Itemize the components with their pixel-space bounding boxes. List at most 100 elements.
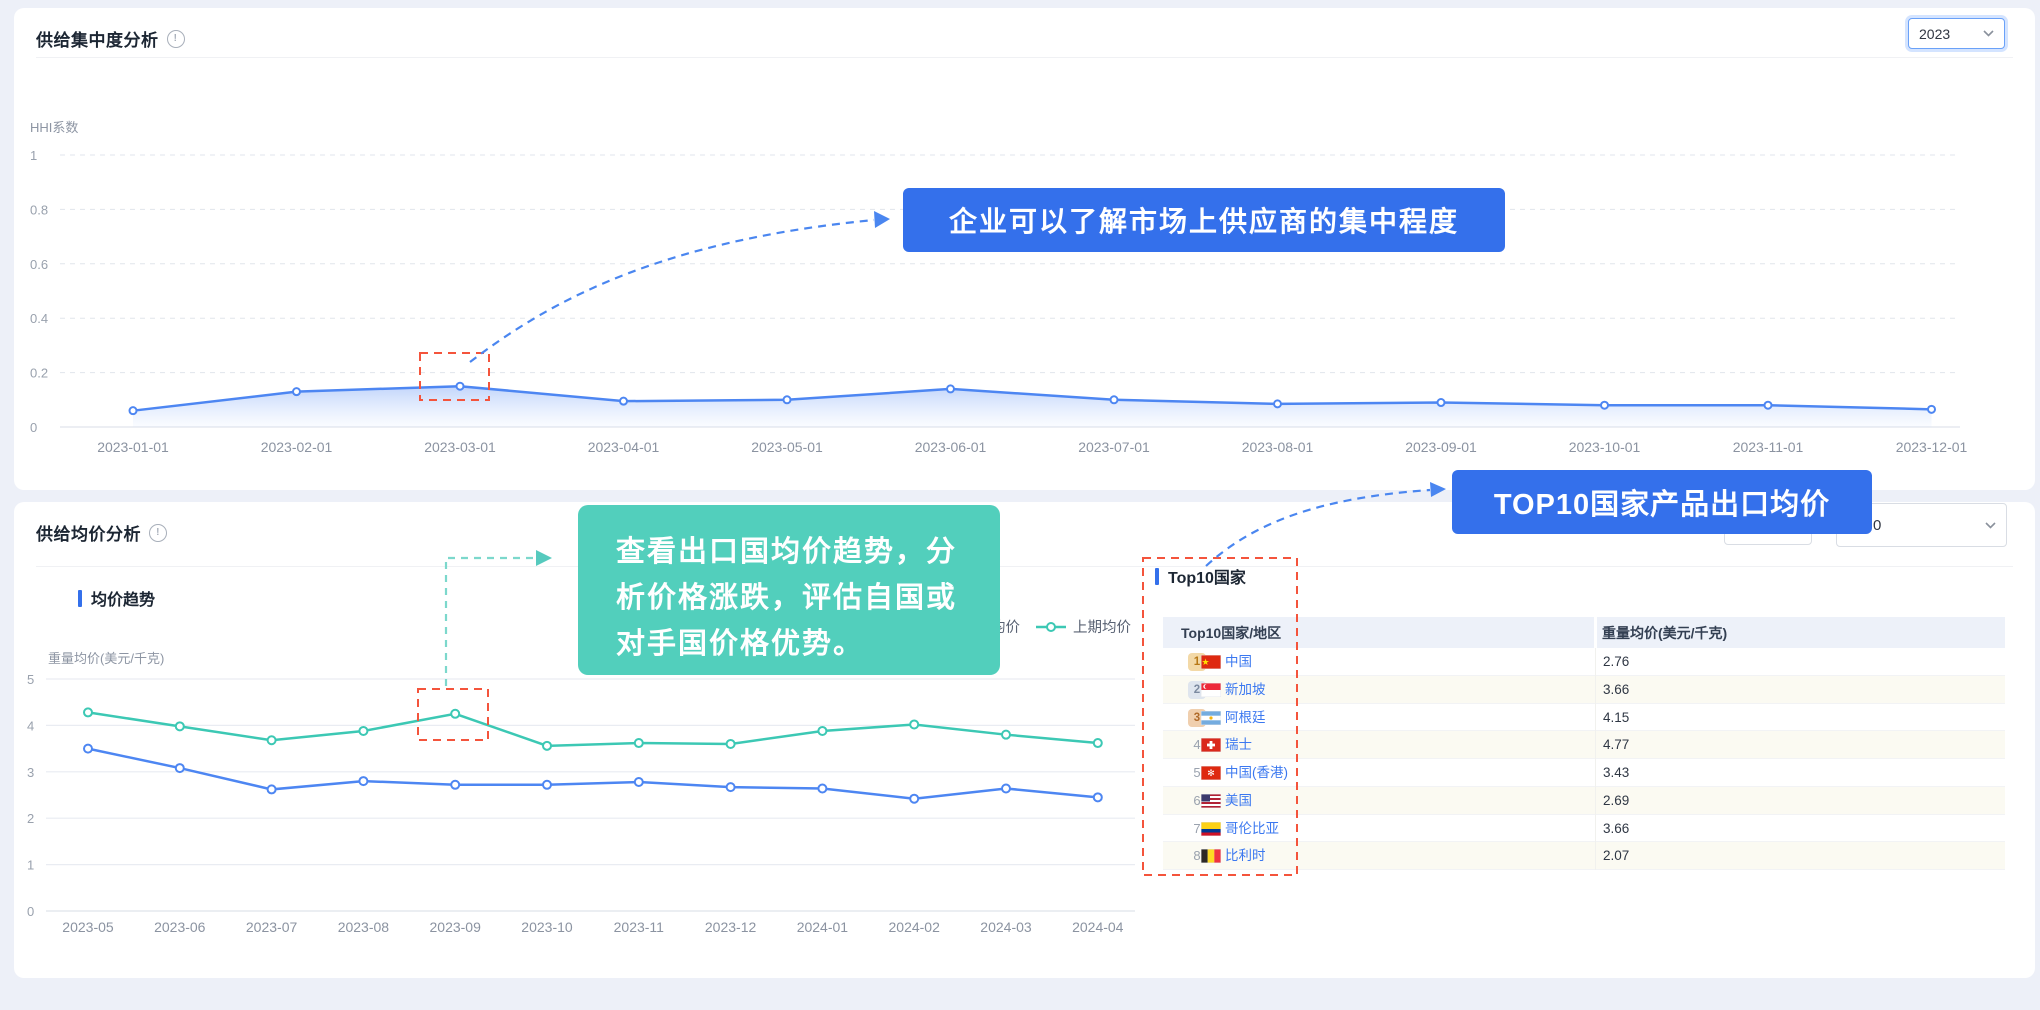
svg-text:2023-12: 2023-12: [705, 919, 757, 935]
country-link[interactable]: 瑞士: [1225, 731, 1252, 758]
country-link[interactable]: 新加坡: [1225, 676, 1266, 703]
data-point: [1765, 402, 1772, 409]
topn-select-value: 0: [1873, 517, 1881, 534]
data-point: [268, 785, 276, 793]
svg-text:0.8: 0.8: [30, 202, 48, 217]
svg-text:2023-12-01: 2023-12-01: [1896, 439, 1968, 455]
data-point: [543, 742, 551, 750]
table-row: 5✻中国(香港)3.43: [1163, 759, 2005, 787]
table-row: 8比利时2.07: [1163, 842, 2005, 870]
data-point: [176, 722, 184, 730]
price-value: 2.07: [1603, 842, 1629, 869]
callout-price-trend: 查看出口国均价趋势，分 析价格涨跌，评估自国或 对手国价格优势。: [578, 505, 1000, 675]
svg-text:4: 4: [27, 718, 34, 733]
data-point: [818, 785, 826, 793]
hhi-area: [133, 386, 1932, 427]
co-flag-icon: [1201, 822, 1221, 836]
svg-text:2023-07-01: 2023-07-01: [1078, 439, 1150, 455]
data-point: [635, 778, 643, 786]
data-point: [910, 795, 918, 803]
data-point: [130, 407, 137, 414]
svg-text:2023-02-01: 2023-02-01: [261, 439, 333, 455]
price-value: 3.66: [1603, 815, 1629, 842]
country-link[interactable]: 比利时: [1225, 842, 1266, 869]
svg-text:3: 3: [27, 765, 34, 780]
svg-text:2023-11-01: 2023-11-01: [1733, 439, 1804, 455]
cn-flag-icon: ★: [1201, 655, 1221, 669]
svg-text:2023-05-01: 2023-05-01: [751, 439, 823, 455]
country-flag: [1201, 849, 1221, 863]
price-value: 2.69: [1603, 787, 1629, 814]
chevron-down-icon: [1985, 522, 1996, 529]
top10-subtitle: Top10国家: [1155, 564, 1246, 588]
table-row: 3阿根廷4.15: [1163, 704, 2005, 732]
svg-text:0.2: 0.2: [30, 366, 48, 381]
table-row: 7哥伦比亚3.66: [1163, 815, 2005, 843]
country-link[interactable]: 阿根廷: [1225, 704, 1266, 731]
accent-bar: [1155, 568, 1159, 585]
data-point: [635, 739, 643, 747]
svg-text:2023-07: 2023-07: [246, 919, 298, 935]
svg-text:2023-09: 2023-09: [430, 919, 482, 935]
data-point: [176, 764, 184, 772]
data-point: [359, 777, 367, 785]
table-row: 4瑞士4.77: [1163, 731, 2005, 759]
svg-text:2023-08: 2023-08: [338, 919, 390, 935]
price-value: 2.76: [1603, 648, 1629, 675]
data-point: [84, 745, 92, 753]
svg-text:2023-08-01: 2023-08-01: [1242, 439, 1314, 455]
svg-text:0.6: 0.6: [30, 257, 48, 272]
svg-text:2023-06: 2023-06: [154, 919, 206, 935]
svg-text:2024-04: 2024-04: [1072, 919, 1124, 935]
svg-text:2023-09-01: 2023-09-01: [1405, 439, 1477, 455]
country-flag: [1201, 794, 1221, 808]
svg-text:2023-01-01: 2023-01-01: [97, 439, 169, 455]
price-value: 4.15: [1603, 704, 1629, 731]
country-flag: [1201, 711, 1221, 725]
country-link[interactable]: 中国(香港): [1225, 759, 1288, 786]
data-point: [84, 708, 92, 716]
ar-flag-icon: [1201, 711, 1221, 725]
table-row: 6美国2.69: [1163, 787, 2005, 815]
data-point: [1111, 396, 1118, 403]
column-divider: [1595, 648, 1596, 870]
country-link[interactable]: 美国: [1225, 787, 1252, 814]
svg-text:2023-06-01: 2023-06-01: [915, 439, 987, 455]
svg-text:0: 0: [27, 904, 34, 919]
svg-text:2024-01: 2024-01: [797, 919, 849, 935]
svg-text:2023-03-01: 2023-03-01: [424, 439, 496, 455]
data-point: [727, 740, 735, 748]
data-point: [1002, 785, 1010, 793]
svg-text:2024-02: 2024-02: [889, 919, 941, 935]
data-point: [451, 710, 459, 718]
col-price-header: 重量均价(美元/千克): [1602, 623, 1727, 643]
svg-text:2023-11: 2023-11: [614, 919, 665, 935]
country-link[interactable]: 中国: [1225, 648, 1252, 675]
supply-price-card: 供给均价分析 均价趋势 重量均价上期均价 重量均价(美元/千克) 5432102…: [14, 502, 2035, 978]
data-point: [268, 736, 276, 744]
price-value: 3.43: [1603, 759, 1629, 786]
country-flag: ★: [1201, 655, 1221, 669]
data-point: [947, 385, 954, 392]
data-point: [293, 388, 300, 395]
data-point: [910, 720, 918, 728]
price-value: 3.66: [1603, 676, 1629, 703]
callout-top10: TOP10国家产品出口均价: [1452, 470, 1872, 534]
svg-text:2023-10: 2023-10: [521, 919, 573, 935]
ch-flag-icon: [1201, 738, 1221, 752]
sg-flag-icon: [1201, 683, 1221, 697]
data-point: [1438, 399, 1445, 406]
callout-concentration: 企业可以了解市场上供应商的集中程度: [903, 188, 1505, 252]
top10-table-header: Top10国家/地区 重量均价(美元/千克): [1163, 617, 2005, 648]
svg-text:2: 2: [27, 811, 34, 826]
svg-text:✻: ✻: [1207, 768, 1215, 778]
data-point: [1274, 400, 1281, 407]
top10-table: Top10国家/地区 重量均价(美元/千克) 1★中国2.762新加坡3.663…: [1163, 617, 2005, 870]
svg-text:2023-05: 2023-05: [62, 919, 114, 935]
country-link[interactable]: 哥伦比亚: [1225, 815, 1279, 842]
data-point: [818, 727, 826, 735]
svg-text:★: ★: [1201, 657, 1209, 667]
data-point: [451, 781, 459, 789]
svg-text:0.4: 0.4: [30, 311, 48, 326]
price-value: 4.77: [1603, 731, 1629, 758]
